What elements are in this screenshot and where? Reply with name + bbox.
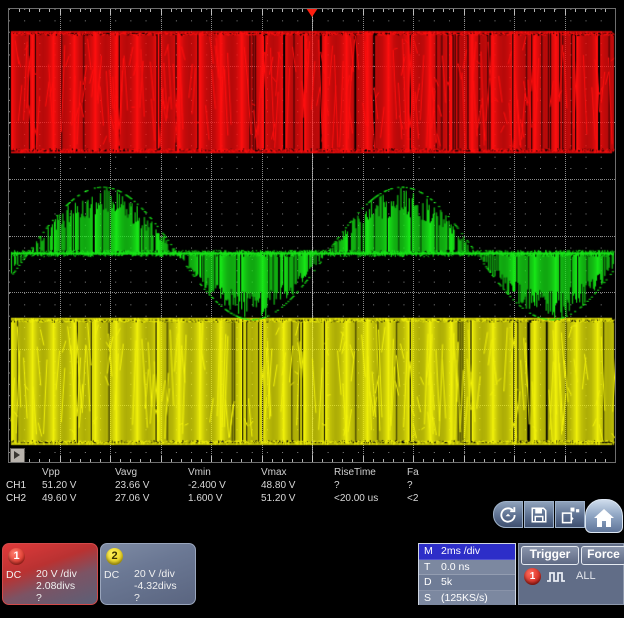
ch1-extra: ? <box>36 592 42 604</box>
meas-ch1-vavg: 23.66 V <box>115 480 150 491</box>
meas-head-vmax: Vmax <box>261 467 287 478</box>
meas-ch2-vmax: 51.20 V <box>261 493 296 504</box>
meas-head-risetime: RiseTime <box>334 467 376 478</box>
meas-ch1-name: CH1 <box>6 480 27 491</box>
ch1-offset: 2.08divs <box>36 580 76 592</box>
channel-badge-2: 2 <box>106 548 123 565</box>
meas-ch2-name: CH2 <box>6 493 27 504</box>
meas-ch1-vpp: 51.20 V <box>42 480 77 491</box>
bottom-status-bar: 1 DC 20 V /div 2.08divs ? 2 DC 20 V /div… <box>0 512 624 618</box>
timebase-value-t: 0.0 ns <box>441 560 470 573</box>
channel-panel-2[interactable]: 2 DC 20 V /div -4.32divs ? <box>100 543 196 605</box>
measurement-header-row: Vpp Vavg Vmin Vmax RiseTime Fa <box>0 466 480 479</box>
waveform-canvas <box>9 9 615 462</box>
force-button[interactable]: Force <box>581 546 624 565</box>
timebase-panel[interactable]: M 2ms /div T 0.0 ns D 5k S (125KS/s) <box>418 543 516 605</box>
meas-ch2-vavg: 27.06 V <box>115 493 150 504</box>
timebase-key-s: S <box>424 591 432 604</box>
timebase-value-d: 5k <box>441 576 453 589</box>
timebase-key-t: T <box>424 560 431 573</box>
meas-ch2-risetime: <20.00 us <box>334 493 379 504</box>
channel-badge-1: 1 <box>8 548 25 565</box>
meas-head-vpp: Vpp <box>42 467 60 478</box>
meas-head-channel <box>0 466 42 479</box>
ch2-offset: -4.32divs <box>134 580 177 592</box>
meas-ch1-falltime: ? <box>407 480 413 491</box>
trigger-panel: Trigger Force 1 ALL <box>518 543 624 605</box>
meas-head-vavg: Vavg <box>115 467 138 478</box>
meas-ch2-falltime: <2 <box>407 493 419 504</box>
trigger-position-marker[interactable] <box>306 9 318 17</box>
timebase-value-m: 2ms /div <box>441 545 481 558</box>
ch2-extra: ? <box>134 592 140 604</box>
meas-head-vmin: Vmin <box>188 467 211 478</box>
ch1-coupling: DC <box>6 569 22 581</box>
meas-ch1-vmax: 48.80 V <box>261 480 296 491</box>
ch1-scale: 20 V /div <box>36 568 77 580</box>
meas-ch1-vmin: -2.400 V <box>188 480 226 491</box>
table-row: CH1 51.20 V 23.66 V -2.400 V 48.80 V ? ? <box>0 479 480 492</box>
table-row: CH2 49.60 V 27.06 V 1.600 V 51.20 V <20.… <box>0 492 480 505</box>
timebase-key-m: M <box>424 545 433 558</box>
timebase-row-t[interactable]: T 0.0 ns <box>419 559 515 575</box>
trigger-slope-icon[interactable] <box>546 570 570 588</box>
ch2-scale: 20 V /div <box>134 568 175 580</box>
meas-ch2-vpp: 49.60 V <box>42 493 77 504</box>
ch2-coupling: DC <box>104 569 120 581</box>
ch1-values: 20 V /div 2.08divs ? <box>36 568 77 604</box>
channel-panel-1[interactable]: 1 DC 20 V /div 2.08divs ? <box>2 543 98 605</box>
oscilloscope-screen: Vpp Vavg Vmin Vmax RiseTime Fa CH1 51.20… <box>0 0 624 618</box>
ch2-values: 20 V /div -4.32divs ? <box>134 568 177 604</box>
timebase-row-m[interactable]: M 2ms /div <box>419 544 515 560</box>
trigger-mode-label[interactable]: ALL <box>576 570 596 582</box>
meas-head-falltime: Fa <box>407 467 419 478</box>
trigger-button[interactable]: Trigger <box>521 546 579 565</box>
waveform-display[interactable] <box>8 8 616 463</box>
trigger-source-badge[interactable]: 1 <box>524 568 541 585</box>
ch1-level-marker[interactable] <box>10 448 25 462</box>
timebase-value-s: (125KS/s) <box>441 591 488 604</box>
timebase-key-d: D <box>424 576 432 589</box>
timebase-row-d[interactable]: D 5k <box>419 575 515 591</box>
meas-ch1-risetime: ? <box>334 480 340 491</box>
meas-ch2-vmin: 1.600 V <box>188 493 223 504</box>
timebase-row-s[interactable]: S (125KS/s) <box>419 590 515 605</box>
